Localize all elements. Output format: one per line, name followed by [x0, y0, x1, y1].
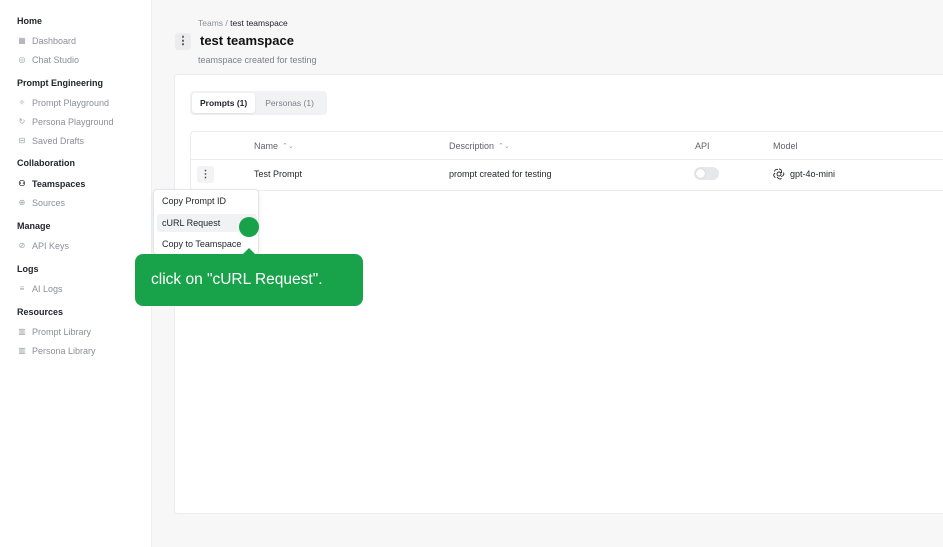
sidebar: Home ▦ Dashboard ◎ Chat Studio Prompt En… — [0, 0, 152, 547]
save-icon: ⊟ — [18, 136, 26, 145]
sidebar-item-label: Saved Drafts — [32, 136, 85, 146]
refresh-icon: ↻ — [18, 117, 26, 126]
column-label: Name — [254, 141, 279, 151]
section-home: Home — [17, 16, 43, 26]
sidebar-item-label: Prompt Library — [32, 327, 92, 337]
column-header-api: API — [695, 141, 710, 151]
sidebar-item-ai-logs[interactable]: ≡ AI Logs — [18, 284, 63, 294]
sidebar-item-teamspaces[interactable]: ⚇ Teamspaces — [18, 179, 85, 189]
sparkle-icon: ✧ — [18, 98, 26, 107]
instruction-tooltip: click on "cURL Request". — [135, 248, 363, 306]
library-icon: ▥ — [18, 327, 26, 336]
column-header-name[interactable]: Name ⌃⌄ — [254, 141, 294, 151]
section-collaboration: Collaboration — [17, 158, 75, 168]
breadcrumb-parent[interactable]: Teams — [198, 18, 223, 28]
column-header-description[interactable]: Description ⌃⌄ — [449, 141, 510, 151]
sidebar-item-saved-drafts[interactable]: ⊟ Saved Drafts — [18, 136, 84, 146]
sidebar-item-persona-library[interactable]: ▥ Persona Library — [18, 346, 96, 356]
sidebar-item-api-keys[interactable]: ⊘ API Keys — [18, 241, 69, 251]
tab-prompts[interactable]: Prompts (1) — [192, 93, 256, 113]
chat-icon: ◎ — [18, 55, 26, 64]
key-icon: ⊘ — [18, 241, 26, 250]
sidebar-item-label: Dashboard — [32, 36, 77, 46]
cell-model: gpt-4o-mini — [773, 168, 835, 180]
teamspace-menu-button[interactable]: ⋮ — [175, 33, 191, 50]
section-resources: Resources — [17, 307, 64, 317]
calendar-grid-icon: ▦ — [18, 36, 26, 45]
openai-icon — [773, 168, 785, 180]
section-prompt-engineering: Prompt Engineering — [17, 78, 104, 88]
column-label: Description — [449, 141, 495, 151]
model-label: gpt-4o-mini — [790, 169, 836, 179]
team-icon: ⚇ — [18, 179, 26, 188]
cell-name[interactable]: Test Prompt — [254, 169, 302, 179]
sidebar-item-label: Prompt Playground — [32, 98, 110, 108]
sidebar-item-label: AI Logs — [32, 284, 63, 294]
breadcrumb-current: test teamspace — [230, 18, 288, 28]
menu-item-copy-to-teamspace[interactable]: Copy to Teamspace — [157, 235, 257, 253]
page-description: teamspace created for testing — [198, 55, 317, 65]
library-icon: ▥ — [18, 346, 26, 355]
header-divider — [191, 159, 943, 160]
row-actions-button[interactable]: ⋮ — [197, 166, 214, 183]
sidebar-item-prompt-playground[interactable]: ✧ Prompt Playground — [18, 98, 109, 108]
api-toggle[interactable] — [694, 167, 719, 180]
sidebar-item-label: Persona Library — [32, 346, 96, 356]
globe-icon: ⊕ — [18, 198, 26, 207]
sidebar-item-label: Persona Playground — [32, 117, 114, 127]
click-target-indicator — [239, 217, 259, 237]
sidebar-item-dashboard[interactable]: ▦ Dashboard — [18, 36, 76, 46]
column-label: Model — [773, 141, 798, 151]
sort-icon: ⌃⌄ — [498, 143, 510, 150]
sidebar-item-label: API Keys — [32, 241, 70, 251]
cell-description: prompt created for testing — [449, 169, 552, 179]
tab-personas[interactable]: Personas (1) — [257, 93, 322, 113]
sidebar-item-label: Teamspaces — [32, 179, 86, 189]
sidebar-item-label: Chat Studio — [32, 55, 80, 65]
breadcrumb: Teams / test teamspace — [198, 18, 288, 28]
sidebar-item-prompt-library[interactable]: ▥ Prompt Library — [18, 327, 91, 337]
sidebar-item-sources[interactable]: ⊕ Sources — [18, 198, 65, 208]
menu-item-copy-prompt-id[interactable]: Copy Prompt ID — [157, 192, 257, 210]
section-manage: Manage — [17, 221, 51, 231]
toggle-knob — [696, 169, 705, 178]
list-icon: ≡ — [19, 284, 25, 293]
sidebar-item-chat-studio[interactable]: ◎ Chat Studio — [18, 55, 80, 65]
page-title: test teamspace — [200, 33, 294, 48]
column-header-model: Model — [773, 141, 798, 151]
section-logs: Logs — [17, 264, 39, 274]
sidebar-item-label: Sources — [32, 198, 66, 208]
sort-icon: ⌃⌄ — [282, 143, 294, 150]
prompts-table: Name ⌃⌄ Description ⌃⌄ API Model ⋮ Test Pr… — [190, 131, 943, 191]
sidebar-item-persona-playground[interactable]: ↻ Persona Playground — [18, 117, 114, 127]
column-label: API — [695, 141, 710, 151]
tab-bar: Prompts (1) Personas (1) — [190, 91, 327, 115]
